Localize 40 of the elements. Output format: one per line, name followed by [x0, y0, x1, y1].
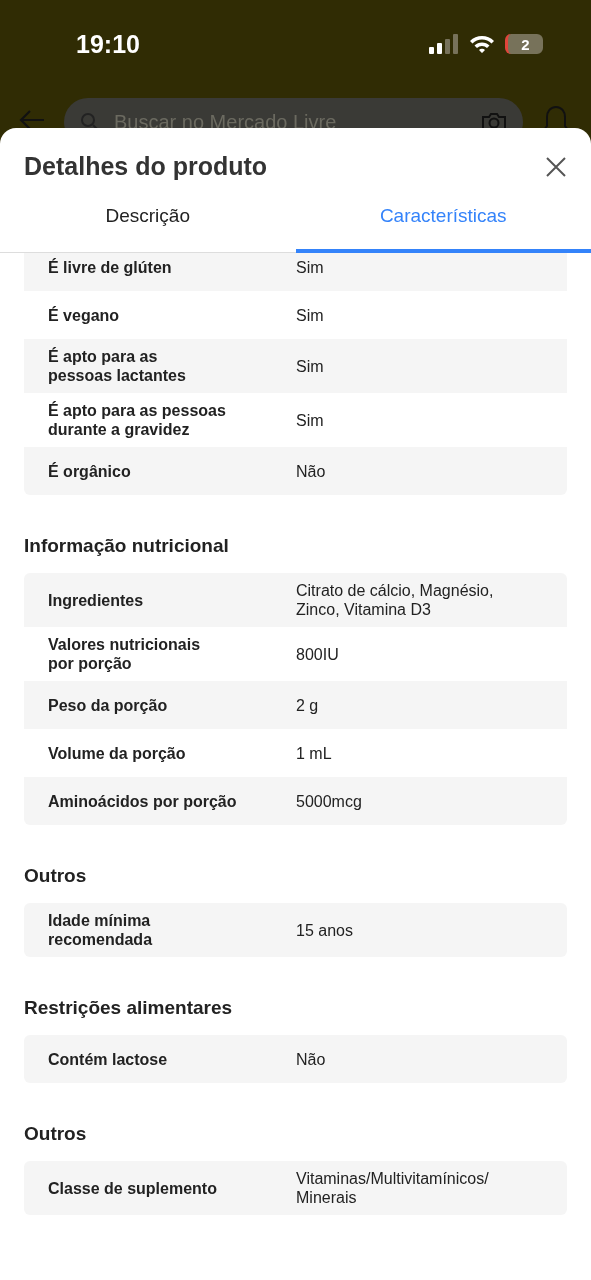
section-title: Informação nutricional — [24, 535, 230, 557]
attribute-label: É livre de glúten — [48, 257, 173, 277]
section-title: Outros — [24, 865, 88, 887]
battery-icon: 2 — [505, 34, 543, 54]
attribute-value: Sim — [296, 357, 324, 375]
attribute-label: Contém lactose — [48, 1049, 169, 1069]
wifi-icon — [469, 34, 495, 54]
clock-time: 19:10 — [76, 29, 140, 59]
section-title: Outros — [24, 1123, 88, 1145]
attribute-value: 15 anos — [296, 921, 353, 939]
attribute-label: Ingredientes — [48, 590, 145, 610]
attribute-label: Idade mínima recomendada — [48, 911, 154, 949]
close-icon[interactable] — [545, 155, 567, 178]
section-title: Restrições alimentares — [24, 997, 234, 1019]
attribute-label: É apto para as pessoas lactantes — [48, 347, 187, 385]
sheet-title: Detalhes do produto — [24, 152, 268, 181]
attribute-value: 800IU — [296, 645, 339, 663]
search-icon — [80, 112, 100, 128]
attribute-label: Aminoácidos por porção — [48, 791, 238, 811]
attribute-label: É apto para as pessoas durante a gravidez — [48, 401, 227, 439]
tab[interactable]: Descrição — [0, 191, 296, 253]
attribute-value: Sim — [296, 306, 324, 324]
attribute-label: Peso da porção — [48, 695, 169, 715]
attribute-value: 1 mL — [296, 744, 332, 762]
attribute-label: Valores nutricionais por porção — [48, 635, 202, 673]
attribute-value: Sim — [296, 411, 324, 429]
attribute-value: 5000mcg — [296, 792, 362, 810]
attribute-label: É orgânico — [48, 461, 132, 481]
attribute-value: Citrato de cálcio, Magnésio, Zinco, Vitamina D3 — [296, 582, 494, 618]
attribute-value: Sim — [296, 258, 324, 276]
attribute-value: Não — [296, 462, 326, 480]
attribute-label: Volume da porção — [48, 743, 187, 763]
attribute-value: Não — [296, 1050, 326, 1068]
signal-icon — [429, 34, 459, 54]
attribute-label: Classe de suplemento — [48, 1178, 218, 1198]
camera-icon[interactable] — [481, 111, 507, 128]
back-arrow-icon[interactable] — [18, 108, 46, 128]
attribute-value: Vitaminas/Multivitamínicos/ Minerais — [296, 1170, 489, 1206]
attribute-value: 2 g — [296, 696, 319, 714]
attribute-label: É vegano — [48, 305, 121, 325]
